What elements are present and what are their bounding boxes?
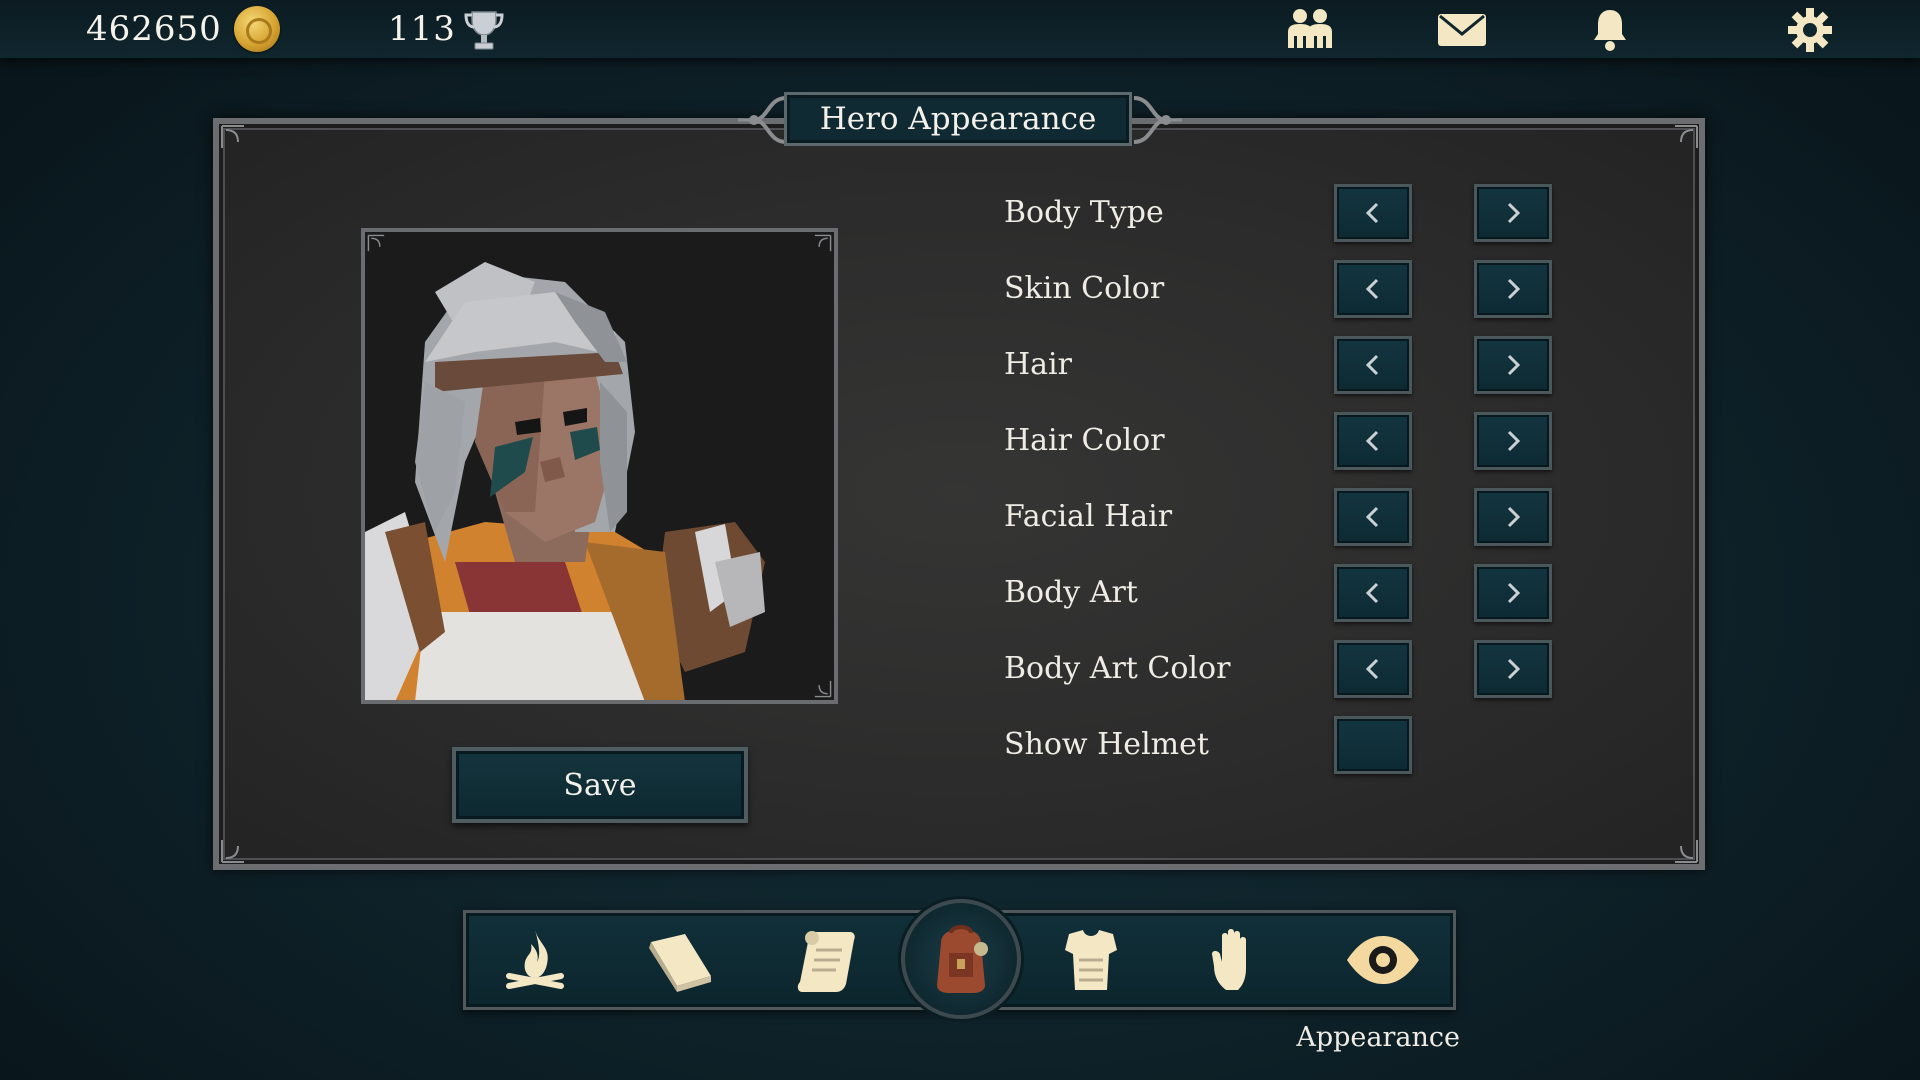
option-label-body-type: Body Type <box>1004 195 1164 230</box>
chevron-left-icon <box>1365 430 1379 452</box>
eye-icon[interactable] <box>1343 920 1423 1000</box>
chevron-right-icon <box>1507 278 1521 300</box>
coin-icon <box>233 6 280 52</box>
corner-ornament-icon <box>221 125 244 148</box>
facial-hair-next-button[interactable] <box>1474 488 1552 546</box>
panel-title: Hero Appearance <box>784 92 1132 146</box>
mail-icon[interactable] <box>1432 4 1492 56</box>
skin-color-next-button[interactable] <box>1474 260 1552 318</box>
scroll-icon[interactable] <box>788 920 868 1000</box>
chevron-right-icon <box>1507 582 1521 604</box>
friends-icon[interactable] <box>1280 4 1340 56</box>
option-label-body-art: Body Art <box>1004 575 1138 610</box>
option-label-body-art-color: Body Art Color <box>1004 651 1231 686</box>
corner-ornament-icon <box>814 680 832 698</box>
corner-ornament-icon <box>814 234 832 252</box>
body-art-color-prev-button[interactable] <box>1334 640 1412 698</box>
chevron-right-icon <box>1507 430 1521 452</box>
campfire-icon[interactable] <box>495 920 575 1000</box>
chevron-left-icon <box>1365 278 1379 300</box>
option-label-skin-color: Skin Color <box>1004 271 1165 306</box>
corner-ornament-icon <box>1675 125 1698 148</box>
coin-amount: 462650 <box>86 9 222 49</box>
coin-counter: 462650 <box>86 4 280 54</box>
chevron-right-icon <box>1507 658 1521 680</box>
hair-color-prev-button[interactable] <box>1334 412 1412 470</box>
armor-icon[interactable] <box>1051 920 1131 1000</box>
title-flourish-icon <box>738 96 787 144</box>
corner-ornament-icon <box>1675 840 1698 863</box>
chevron-left-icon <box>1365 658 1379 680</box>
corner-ornament-icon <box>367 234 385 252</box>
hand-icon[interactable] <box>1196 920 1276 1000</box>
hero-portrait <box>361 228 838 704</box>
trophy-icon <box>464 11 504 50</box>
book-icon[interactable] <box>641 920 721 1000</box>
active-tab-caption: Appearance <box>1296 1022 1460 1053</box>
top-bar: 462650 113 <box>0 0 1920 58</box>
option-label-facial-hair: Facial Hair <box>1004 499 1173 534</box>
gear-icon[interactable] <box>1780 4 1840 56</box>
body-type-prev-button[interactable] <box>1334 184 1412 242</box>
chevron-left-icon <box>1365 202 1379 224</box>
hero-model-image <box>365 232 834 700</box>
chevron-right-icon <box>1507 354 1521 376</box>
trophy-counter: 113 <box>388 4 506 54</box>
bell-icon[interactable] <box>1580 4 1640 56</box>
title-flourish-icon <box>1133 96 1182 144</box>
body-art-next-button[interactable] <box>1474 564 1552 622</box>
chevron-left-icon <box>1365 582 1379 604</box>
chevron-right-icon <box>1507 202 1521 224</box>
skin-color-prev-button[interactable] <box>1334 260 1412 318</box>
body-art-prev-button[interactable] <box>1334 564 1412 622</box>
hair-next-button[interactable] <box>1474 336 1552 394</box>
body-art-color-next-button[interactable] <box>1474 640 1552 698</box>
corner-ornament-icon <box>221 840 244 863</box>
chevron-left-icon <box>1365 506 1379 528</box>
option-label-show-helmet: Show Helmet <box>1004 727 1209 762</box>
option-label-hair-color: Hair Color <box>1004 423 1165 458</box>
hair-prev-button[interactable] <box>1334 336 1412 394</box>
trophy-amount: 113 <box>388 9 456 49</box>
chevron-right-icon <box>1507 506 1521 528</box>
backpack-icon[interactable] <box>921 919 1001 999</box>
body-type-next-button[interactable] <box>1474 184 1552 242</box>
save-button[interactable]: Save <box>452 747 748 823</box>
hair-color-next-button[interactable] <box>1474 412 1552 470</box>
show-helmet-checkbox[interactable] <box>1334 716 1412 774</box>
facial-hair-prev-button[interactable] <box>1334 488 1412 546</box>
chevron-left-icon <box>1365 354 1379 376</box>
option-label-hair: Hair <box>1004 347 1072 382</box>
